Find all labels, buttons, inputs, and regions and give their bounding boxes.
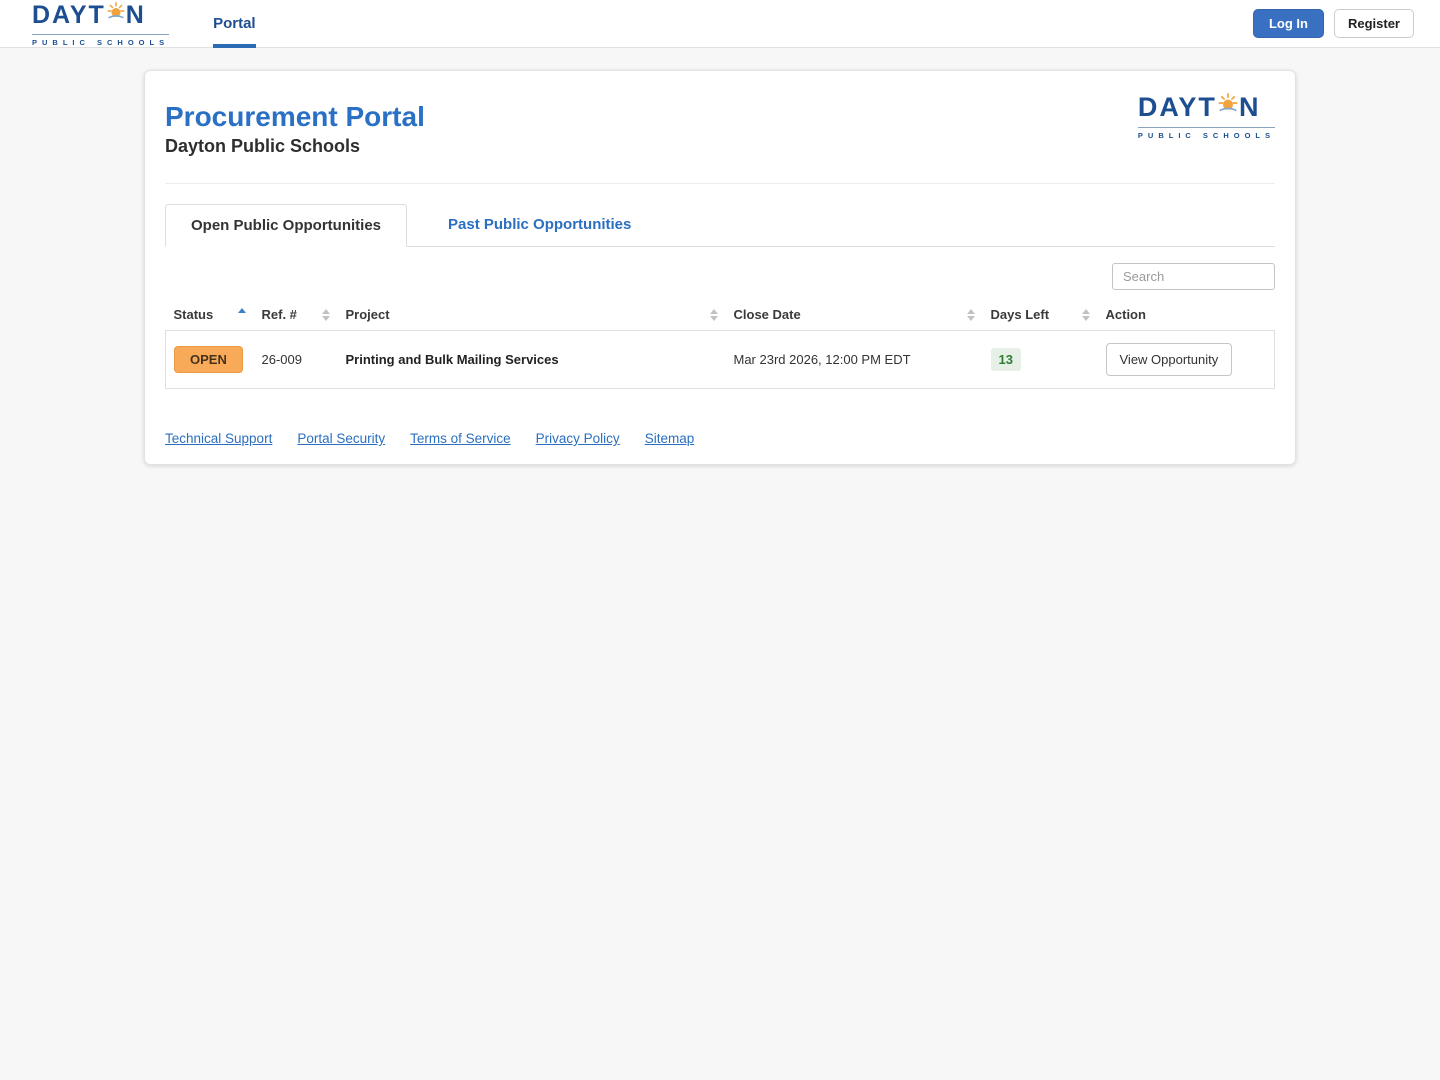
column-label: Ref. # — [261, 307, 297, 322]
sun-icon — [1218, 91, 1238, 118]
link-privacy-policy[interactable]: Privacy Policy — [536, 431, 620, 446]
cell-status: OPEN — [166, 331, 254, 389]
page-title: Procurement Portal — [165, 101, 425, 132]
cell-action: View Opportunity — [1098, 331, 1275, 389]
logo-text-end: N — [1238, 92, 1261, 122]
sort-ascending-icon[interactable] — [237, 308, 246, 321]
column-label: Action — [1105, 307, 1146, 322]
column-label: Status — [173, 307, 214, 322]
register-button[interactable]: Register — [1333, 9, 1414, 38]
table-row: OPEN 26-009 Printing and Bulk Mailing Se… — [165, 330, 1275, 389]
link-portal-security[interactable]: Portal Security — [297, 431, 385, 446]
table-toolbar — [165, 263, 1275, 290]
search-input[interactable] — [1112, 263, 1275, 290]
dps-logo-word: DAYT N — [1138, 91, 1275, 124]
login-button[interactable]: Log In — [1252, 9, 1324, 38]
column-header-action: Action — [1098, 298, 1275, 331]
sort-icon[interactable] — [1081, 308, 1090, 321]
link-technical-support[interactable]: Technical Support — [165, 431, 272, 446]
logo-text-start: DAYT — [32, 1, 106, 29]
column-header-project[interactable]: Project — [338, 298, 726, 331]
card-header: Procurement Portal Dayton Public Schools… — [165, 91, 1275, 157]
logo-subtitle: PUBLIC SCHOOLS — [32, 34, 170, 47]
tab-open-public-opportunities[interactable]: Open Public Opportunities — [165, 204, 408, 247]
dps-logo: DAYT N PUBLIC SCHOOLS — [32, 0, 170, 47]
logo-text-start: DAYT — [1137, 92, 1217, 122]
link-sitemap[interactable]: Sitemap — [645, 431, 695, 446]
topbar-actions: Log In Register — [1252, 9, 1414, 38]
column-header-close-date[interactable]: Close Date — [726, 298, 983, 331]
procurement-portal-card: Procurement Portal Dayton Public Schools… — [144, 70, 1296, 465]
nav-tab-portal-label: Portal — [213, 15, 256, 32]
footer-links: Technical Support Portal Security Terms … — [165, 431, 1275, 446]
table-body: OPEN 26-009 Printing and Bulk Mailing Se… — [165, 330, 1275, 389]
sun-icon — [107, 0, 125, 25]
opportunities-table: Status Ref. # Project Close Date Days Le… — [165, 298, 1275, 389]
dps-logo-card: DAYT N PUBLIC SCHOOLS — [1137, 91, 1275, 140]
column-header-days-left[interactable]: Days Left — [983, 298, 1098, 331]
status-badge: OPEN — [174, 346, 243, 373]
column-label: Project — [345, 307, 390, 322]
tab-past-public-opportunities[interactable]: Past Public Opportunities — [423, 204, 656, 246]
top-navigation-bar: DAYT N PUBLIC SCHOOLS Portal Log In Regi… — [0, 0, 1440, 48]
dps-logo-word: DAYT N — [32, 0, 169, 31]
opportunities-tabs: Open Public Opportunities Past Public Op… — [165, 204, 1275, 247]
column-header-status[interactable]: Status — [166, 298, 254, 331]
table-header: Status Ref. # Project Close Date Days Le… — [166, 298, 1275, 331]
cell-days-left: 13 — [983, 331, 1098, 389]
sort-icon[interactable] — [966, 308, 975, 321]
sort-icon[interactable] — [321, 308, 330, 321]
sort-icon[interactable] — [709, 308, 718, 321]
page-subtitle: Dayton Public Schools — [165, 136, 361, 156]
cell-ref: 26-009 — [261, 352, 302, 367]
cell-close-date: Mar 23rd 2026, 12:00 PM EDT — [733, 352, 911, 367]
days-left-badge: 13 — [990, 348, 1021, 371]
header-divider — [165, 183, 1275, 184]
cell-project: Printing and Bulk Mailing Services — [345, 352, 559, 367]
view-opportunity-button[interactable]: View Opportunity — [1105, 343, 1233, 376]
logo-text-end: N — [125, 1, 146, 29]
card-header-titles: Procurement Portal Dayton Public Schools — [165, 91, 425, 157]
column-header-ref[interactable]: Ref. # — [254, 298, 338, 331]
main-content: Procurement Portal Dayton Public Schools… — [0, 70, 1440, 465]
logo-subtitle: PUBLIC SCHOOLS — [1137, 127, 1275, 140]
column-label: Close Date — [733, 307, 801, 322]
link-terms-of-service[interactable]: Terms of Service — [410, 431, 511, 446]
column-label: Days Left — [990, 307, 1050, 322]
nav-tab-portal[interactable]: Portal — [213, 0, 256, 48]
portal-active-indicator — [213, 43, 256, 48]
